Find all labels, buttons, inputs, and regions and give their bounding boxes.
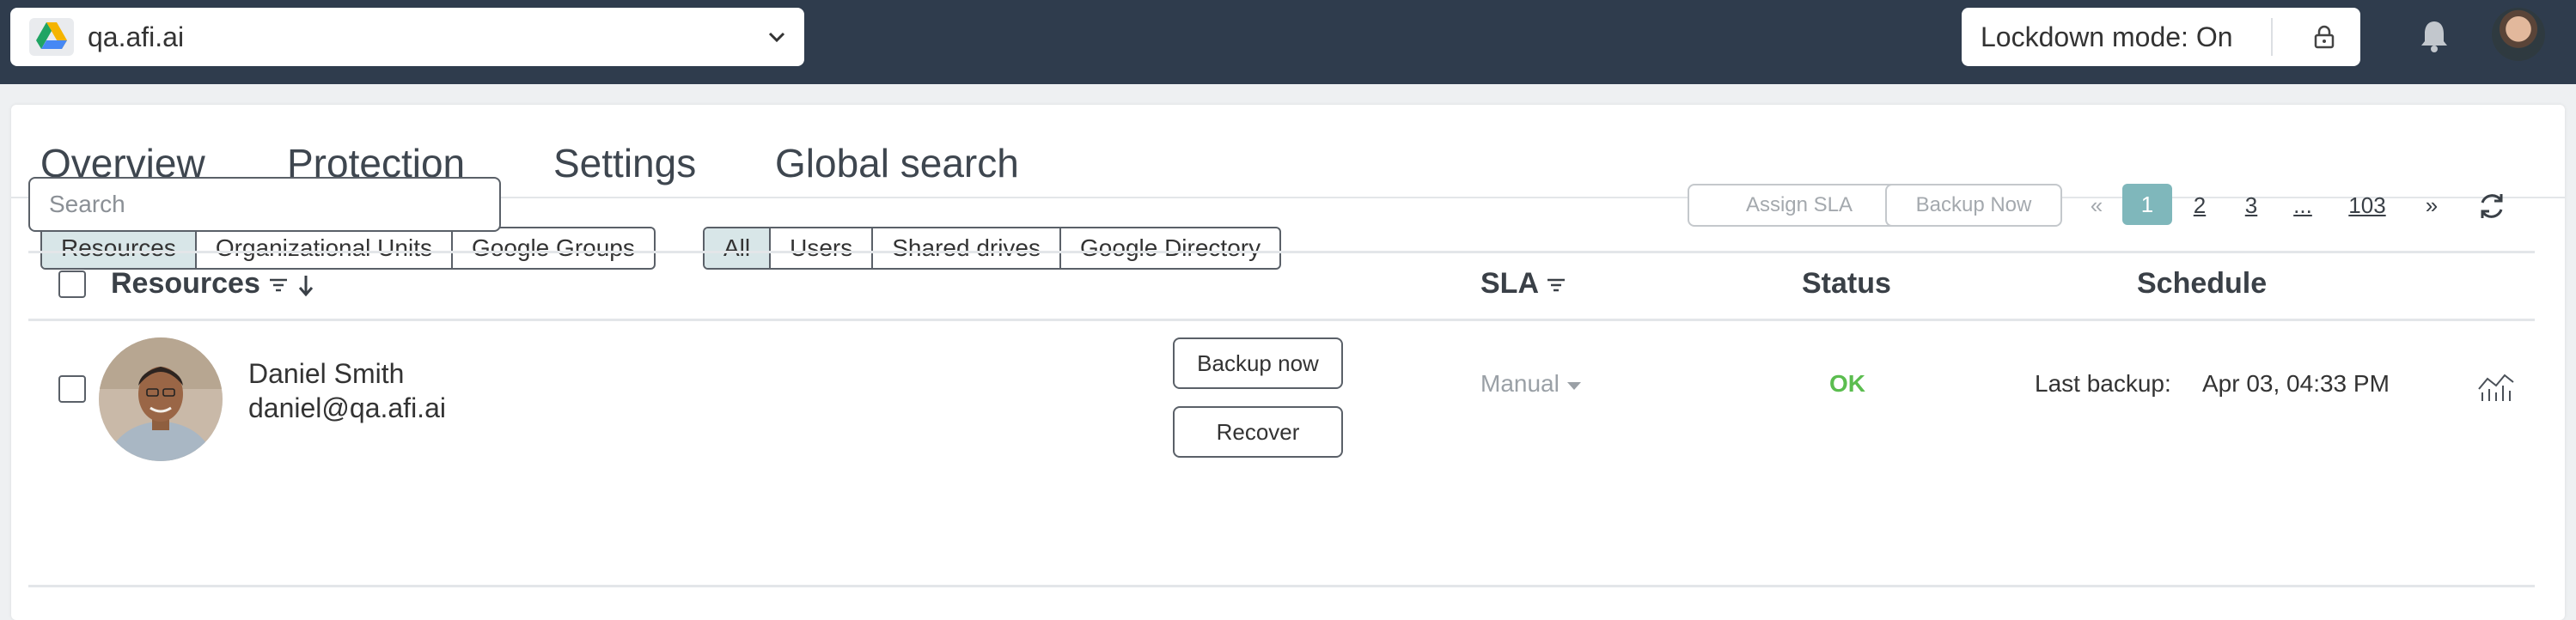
column-resources-label: Resources [111, 267, 260, 300]
column-status: Status [1802, 267, 1891, 300]
page-ellipsis[interactable]: ... [2290, 184, 2316, 227]
backup-now-button[interactable]: Backup Now [1885, 184, 2062, 227]
last-backup-value: Apr 03, 04:33 PM [2202, 370, 2390, 397]
bell-icon[interactable] [2419, 19, 2450, 53]
tab-global-search[interactable]: Global search [775, 139, 1019, 187]
backup-now-row-button[interactable]: Backup now [1173, 337, 1343, 389]
google-drive-icon [29, 18, 74, 56]
resource-avatar [99, 337, 223, 461]
filter-icon[interactable] [268, 276, 289, 295]
resource-email: daniel@qa.afi.ai [248, 392, 446, 423]
tenant-selector[interactable]: qa.afi.ai [10, 8, 804, 66]
divider [2271, 18, 2273, 56]
page-next[interactable]: » [2414, 184, 2449, 227]
search-input[interactable] [28, 177, 501, 232]
column-sla[interactable]: SLA [1480, 253, 1566, 313]
column-schedule: Schedule [2137, 267, 2268, 300]
caret-down-icon [1566, 381, 1581, 390]
sort-descending-icon[interactable] [297, 273, 314, 297]
lockdown-mode-label: Lockdown mode: On [1981, 21, 2233, 52]
column-sla-label: SLA [1480, 267, 1538, 300]
filter-icon[interactable] [1546, 276, 1566, 295]
lockdown-toggle-button[interactable] [2288, 8, 2360, 66]
table-row: Daniel Smith daniel@qa.afi.ai Backup now… [28, 319, 2535, 587]
resource-name: Daniel Smith [248, 358, 405, 389]
assign-sla-button[interactable]: Assign SLA [1688, 184, 1911, 227]
row-checkbox[interactable] [58, 375, 86, 403]
sla-select[interactable]: Manual [1480, 370, 1582, 398]
tenant-name: qa.afi.ai [88, 21, 185, 52]
status-badge: OK [1829, 370, 1865, 397]
backup-history-chart-icon[interactable] [2477, 368, 2515, 403]
chevron-down-icon [768, 32, 785, 43]
pagination: « 1 2 3 ... 103 » [2079, 184, 2457, 227]
recover-button[interactable]: Recover [1173, 406, 1343, 458]
top-bar: qa.afi.ai Lockdown mode: On [0, 0, 2576, 84]
page-103[interactable]: 103 [2346, 184, 2389, 227]
select-all-checkbox[interactable] [58, 270, 86, 298]
lock-icon [2314, 25, 2335, 49]
page-1[interactable]: 1 [2122, 184, 2172, 225]
tab-settings[interactable]: Settings [553, 139, 696, 187]
page-3[interactable]: 3 [2238, 184, 2264, 227]
sla-value: Manual [1480, 370, 1560, 397]
user-avatar[interactable] [2492, 8, 2545, 61]
page-prev[interactable]: « [2079, 184, 2114, 227]
refresh-icon[interactable] [2475, 189, 2509, 223]
lockdown-mode-panel: Lockdown mode: On [1962, 8, 2360, 66]
table-header: Resources SLA Status Schedule [28, 251, 2535, 321]
column-resources[interactable]: Resources [111, 253, 314, 313]
last-backup-label: Last backup: [2035, 370, 2171, 397]
page-2[interactable]: 2 [2187, 184, 2213, 227]
